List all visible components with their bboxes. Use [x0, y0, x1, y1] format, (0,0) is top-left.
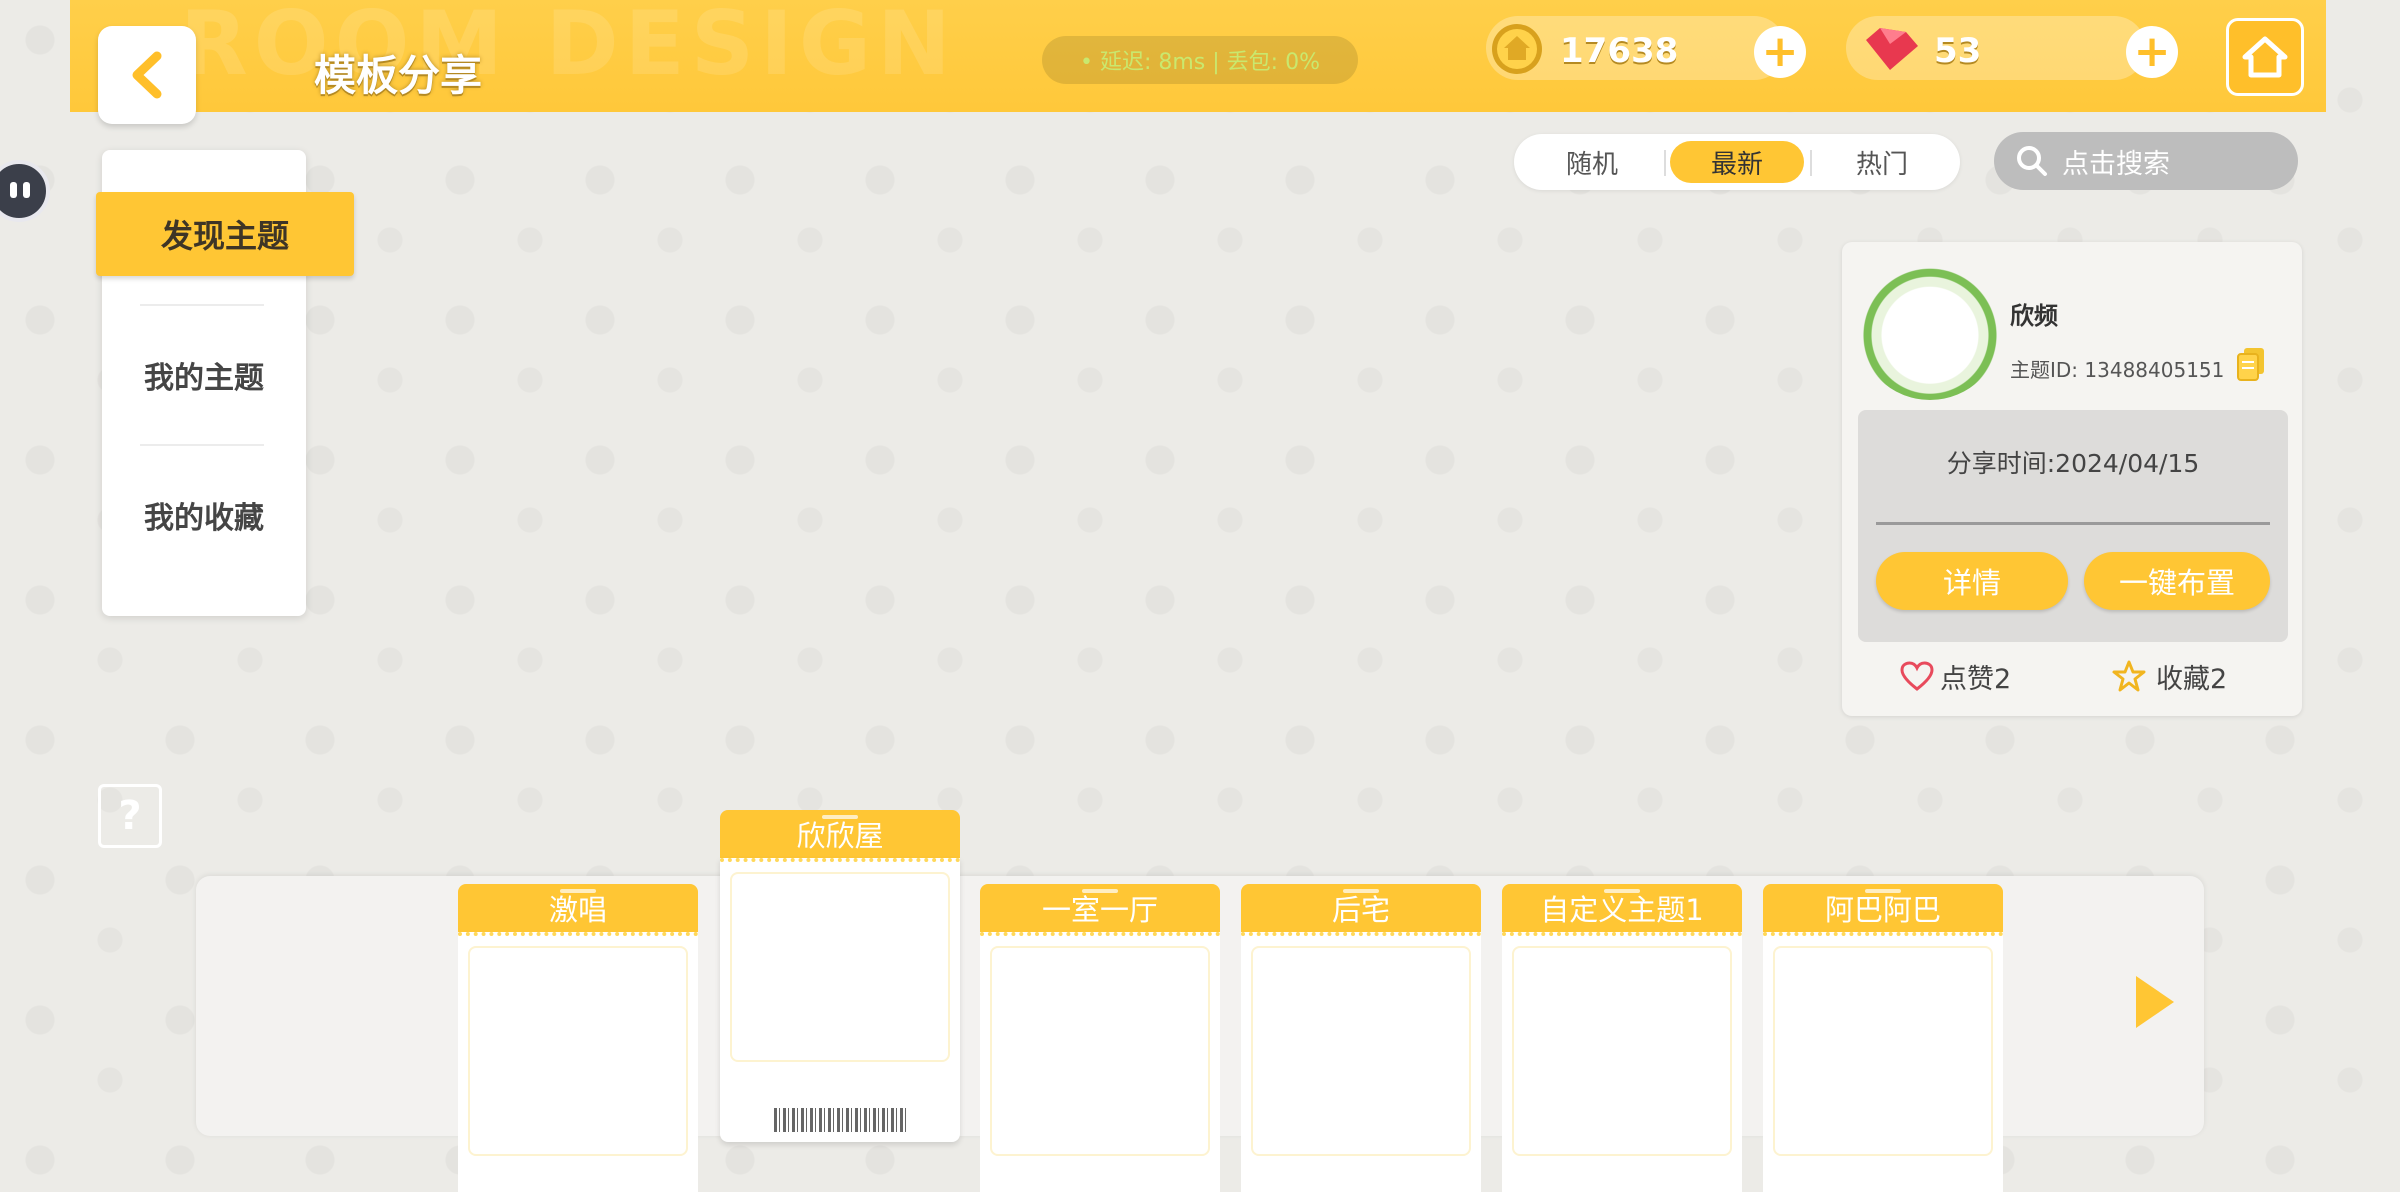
tab-random[interactable]: 随机 — [1526, 134, 1658, 190]
tab-divider — [1810, 150, 1812, 176]
menu-item-discover[interactable]: 发现主题 — [96, 192, 354, 276]
theme-card-body — [1241, 932, 1481, 1192]
theme-preview — [1251, 946, 1471, 1156]
theme-preview — [468, 946, 688, 1156]
back-button[interactable] — [98, 26, 196, 124]
details-button[interactable]: 详情 — [1876, 552, 2068, 610]
search-icon — [2017, 146, 2047, 176]
theme-card-title: 后宅 — [1241, 884, 1481, 932]
gem-icon — [1866, 28, 1918, 70]
heart-icon — [1900, 661, 1934, 691]
menu-item-favorites[interactable]: 我的收藏 — [102, 480, 306, 550]
add-coins-button[interactable]: + — [1754, 26, 1806, 78]
like-button[interactable]: 点赞2 — [1900, 656, 2011, 696]
theme-preview — [1773, 946, 1993, 1156]
copy-icon[interactable] — [2236, 346, 2266, 382]
theme-card-body — [1763, 932, 2003, 1192]
plus-icon: + — [2133, 26, 2171, 77]
add-gems-button[interactable]: + — [2126, 26, 2178, 78]
menu-item-my-themes[interactable]: 我的主题 — [102, 340, 306, 410]
floating-assist-button[interactable] — [0, 160, 50, 222]
theme-preview — [990, 946, 1210, 1156]
theme-card-title: 一室一厅 — [980, 884, 1220, 932]
home-button[interactable] — [2226, 18, 2304, 96]
coin-icon — [1492, 24, 1542, 74]
tab-divider — [1664, 150, 1666, 176]
favorite-button[interactable]: 收藏2 — [2112, 656, 2227, 696]
theme-card-title: 欣欣屋 — [720, 810, 960, 858]
theme-card-title: 阿巴阿巴 — [1763, 884, 2003, 932]
back-arrow-icon — [132, 51, 162, 99]
tab-popular[interactable]: 热门 — [1816, 134, 1948, 190]
search-input[interactable]: 点击搜索 — [1994, 132, 2298, 190]
network-status: • 延迟: 8ms | 丢包: 0% — [1042, 36, 1358, 84]
theme-card-title: 激唱 — [458, 884, 698, 932]
gem-value: 53 — [1934, 31, 1982, 71]
question-icon: ? — [118, 793, 142, 839]
header-watermark: ROOM DESIGN — [180, 0, 957, 95]
next-arrow-icon[interactable] — [2136, 976, 2174, 1028]
theme-card-body — [1502, 932, 1742, 1192]
share-time: 分享时间:2024/04/15 — [1946, 449, 2200, 478]
plus-icon: + — [1761, 26, 1799, 77]
menu-divider — [140, 444, 264, 446]
menu-divider — [140, 304, 264, 306]
like-count: 点赞2 — [1940, 663, 2012, 695]
page-title: 模板分享 — [314, 51, 483, 100]
favorite-count: 收藏2 — [2156, 663, 2228, 695]
star-icon — [2112, 660, 2146, 692]
theme-card-body — [720, 858, 960, 1142]
coin-value: 17638 — [1560, 31, 1679, 71]
divider-line — [1876, 522, 2270, 525]
help-button[interactable]: ? — [98, 784, 162, 848]
apply-theme-button[interactable]: 一键布置 — [2084, 552, 2270, 610]
home-icon — [2242, 36, 2288, 78]
search-placeholder: 点击搜索 — [2062, 148, 2170, 180]
tab-newest[interactable]: 最新 — [1671, 134, 1803, 190]
theme-card-title: 自定义主题1 — [1502, 884, 1742, 932]
theme-id: 主题ID: 13488405151 — [2010, 358, 2225, 382]
author-name: 欣频 — [2010, 302, 2058, 330]
theme-preview — [1512, 946, 1732, 1156]
theme-card-body — [980, 932, 1220, 1192]
theme-preview — [730, 872, 950, 1062]
avatar[interactable] — [1858, 256, 2002, 400]
barcode-icon — [774, 1108, 906, 1132]
theme-card-body — [458, 932, 698, 1192]
